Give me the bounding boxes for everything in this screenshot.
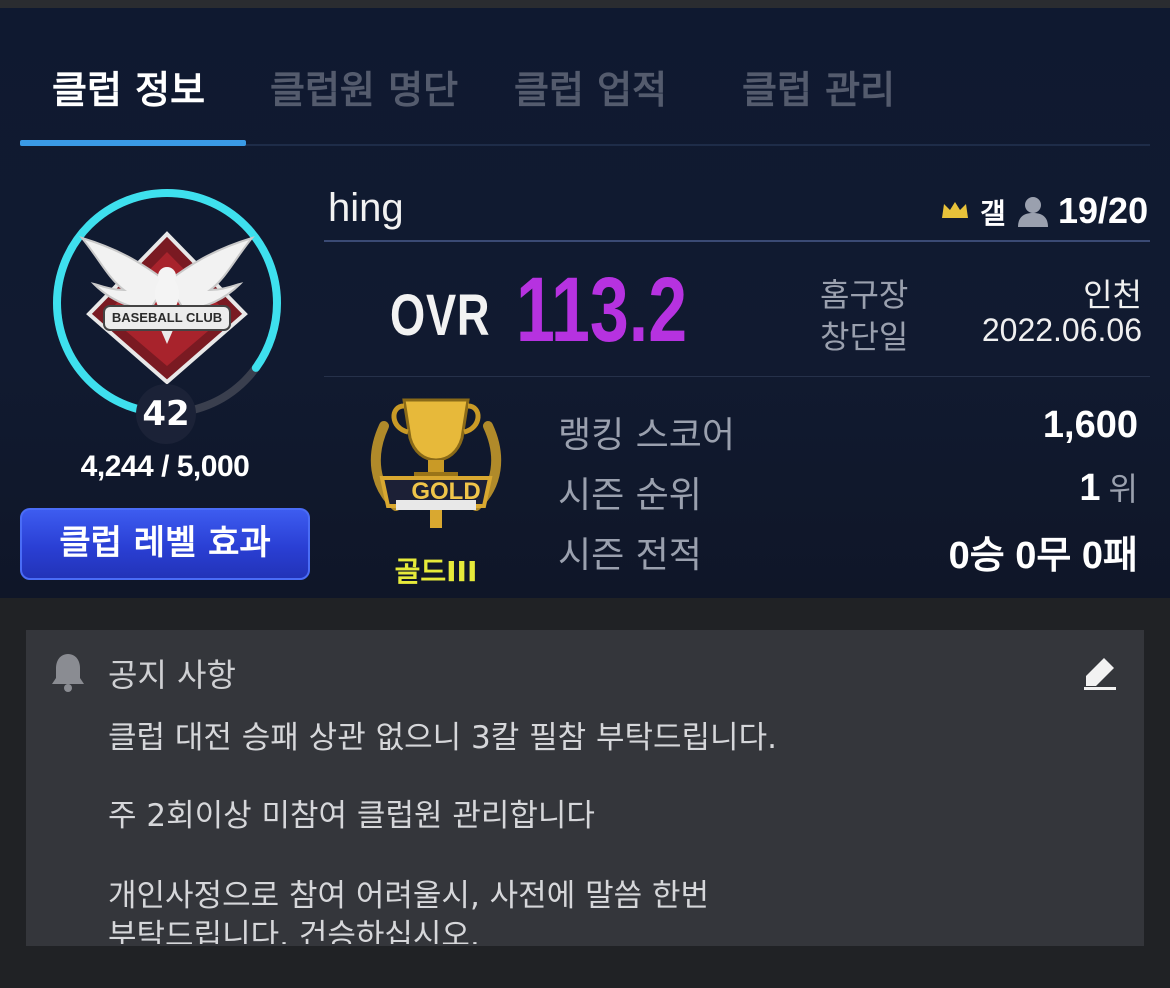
top-bar	[0, 0, 1170, 8]
club-level-effect-button[interactable]: 클럽 레벨 효과	[20, 508, 310, 580]
edit-icon[interactable]	[1082, 654, 1118, 690]
club-exp-text: 4,244 / 5,000	[80, 450, 250, 483]
home-stadium-value: 인천	[1083, 277, 1142, 313]
bell-icon	[52, 654, 84, 692]
tab-bar: 클럽 정보 클럽원 명단 클럽 업적 클럽 관리	[20, 48, 1150, 148]
emblem-banner-text: BASEBALL CLUB	[111, 310, 223, 325]
notice-title: 공지 사항	[108, 656, 236, 694]
tier-badge-text: GOLD	[411, 478, 481, 505]
tab-club-achievements[interactable]: 클럽 업적	[514, 48, 667, 138]
name-divider	[324, 240, 1150, 242]
season-rank-label: 시즌 순위	[558, 475, 702, 516]
club-leader-name: 갤	[980, 197, 1006, 230]
notice-line: 개인사정으로 참여 어려울시, 사전에 말씀 한번	[108, 878, 710, 914]
gold-trophy-icon	[370, 398, 502, 528]
tab-club-info[interactable]: 클럽 정보	[52, 48, 205, 138]
tab-club-management[interactable]: 클럽 관리	[742, 48, 895, 138]
season-rank-number: 1	[1079, 467, 1101, 509]
club-name: hing	[328, 186, 404, 230]
tab-club-members[interactable]: 클럽원 명단	[270, 48, 458, 138]
season-rank-value: 1위	[1079, 464, 1138, 510]
tier-name: 골드III	[394, 555, 478, 588]
founded-date-label: 창단일	[820, 318, 909, 356]
club-level-badge: 42	[136, 384, 196, 444]
season-record-label: 시즌 전적	[558, 535, 702, 576]
section-divider	[324, 376, 1150, 377]
active-tab-indicator	[20, 140, 246, 146]
notice-line: 부탁드립니다. 건승하십시오.	[108, 918, 480, 944]
member-count: 19/20	[1058, 190, 1149, 231]
season-record-value: 0승 0무 0패	[948, 535, 1138, 577]
member-icon	[1018, 197, 1048, 227]
crown-icon	[942, 202, 968, 218]
founded-date-value: 2022.06.06	[981, 312, 1142, 348]
notice-line: 클럽 대전 승패 상관 없으니 3칼 필참 부탁드립니다.	[108, 720, 777, 756]
season-rank-unit: 위	[1108, 471, 1138, 507]
ovr-value: 113.2	[516, 259, 688, 361]
notice-line: 주 2회이상 미참여 클럽원 관리합니다	[108, 798, 595, 834]
ovr-label: OVR	[390, 283, 491, 348]
ranking-score-value: 1,600	[1042, 404, 1138, 446]
ranking-score-label: 랭킹 스코어	[558, 415, 736, 456]
home-stadium-label: 홈구장	[820, 276, 909, 314]
